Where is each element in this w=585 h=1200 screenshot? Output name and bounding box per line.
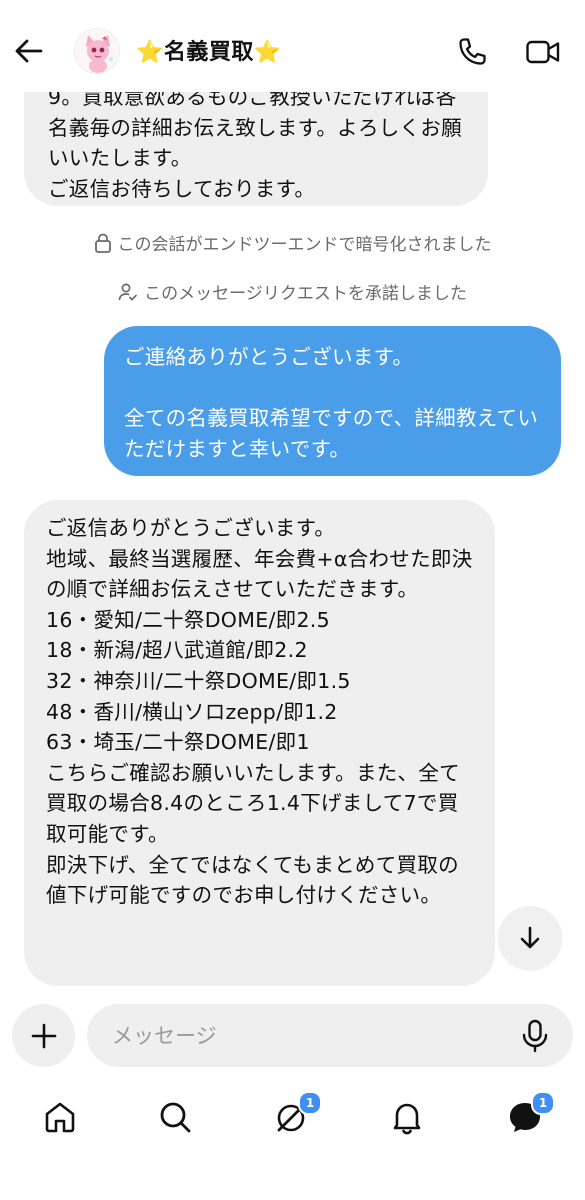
home-icon xyxy=(45,1102,75,1133)
request-accepted-text: このメッセージリクエストを承諾しました xyxy=(144,284,467,304)
nav-search[interactable] xyxy=(155,1097,195,1137)
scroll-to-bottom-button[interactable] xyxy=(498,906,562,970)
add-attachment-button[interactable] xyxy=(12,1004,75,1067)
nav-home[interactable] xyxy=(40,1097,80,1137)
arrow-left-icon xyxy=(15,39,43,63)
message-input[interactable] xyxy=(87,1004,573,1067)
voice-message-button[interactable] xyxy=(520,1019,550,1053)
video-call-button[interactable] xyxy=(525,36,561,68)
grok-badge: 1 xyxy=(298,1091,322,1115)
arrow-down-icon xyxy=(520,926,540,949)
pink-cat-avatar-icon xyxy=(75,29,119,73)
nav-grok[interactable]: 1 xyxy=(272,1091,322,1137)
phone-icon xyxy=(459,38,486,65)
chat-screen: 9。買取意欲あるものご教授いただければ各名義毎の詳細お伝え致します。よろしくお願… xyxy=(0,0,585,1200)
microphone-icon xyxy=(522,1019,548,1053)
chat-title[interactable]: ⭐名義買取⭐ xyxy=(136,34,282,66)
outgoing-message-1: ご連絡ありがとうございます。 全ての名義買取希望ですので、詳細教えていただけます… xyxy=(104,326,561,476)
messages-badge: 1 xyxy=(531,1091,555,1115)
voice-call-button[interactable] xyxy=(456,36,488,68)
lock-icon xyxy=(94,233,111,253)
chat-header: ⭐名義買取⭐ xyxy=(0,0,585,92)
person-check-icon xyxy=(118,283,138,301)
nav-notifications[interactable] xyxy=(387,1097,427,1137)
request-accepted-notice: このメッセージリクエストを承諾しました xyxy=(0,279,585,304)
encryption-notice: この会話がエンドツーエンドで暗号化されました xyxy=(0,230,585,255)
encryption-notice-text: この会話がエンドツーエンドで暗号化されました xyxy=(117,235,492,255)
bell-icon xyxy=(393,1103,421,1135)
search-icon xyxy=(160,1102,191,1133)
plus-icon xyxy=(31,1023,56,1048)
avatar[interactable] xyxy=(74,28,120,74)
message-composer xyxy=(0,995,585,1075)
back-button[interactable] xyxy=(14,36,44,66)
nav-messages[interactable]: 1 xyxy=(505,1091,555,1137)
video-camera-icon xyxy=(526,40,560,64)
bottom-nav: 1 1 xyxy=(0,1085,585,1200)
incoming-message-2: ご返信ありがとうございます。 地域、最終当選履歴、年会費+α合わせた即決の順で詳… xyxy=(24,500,495,986)
